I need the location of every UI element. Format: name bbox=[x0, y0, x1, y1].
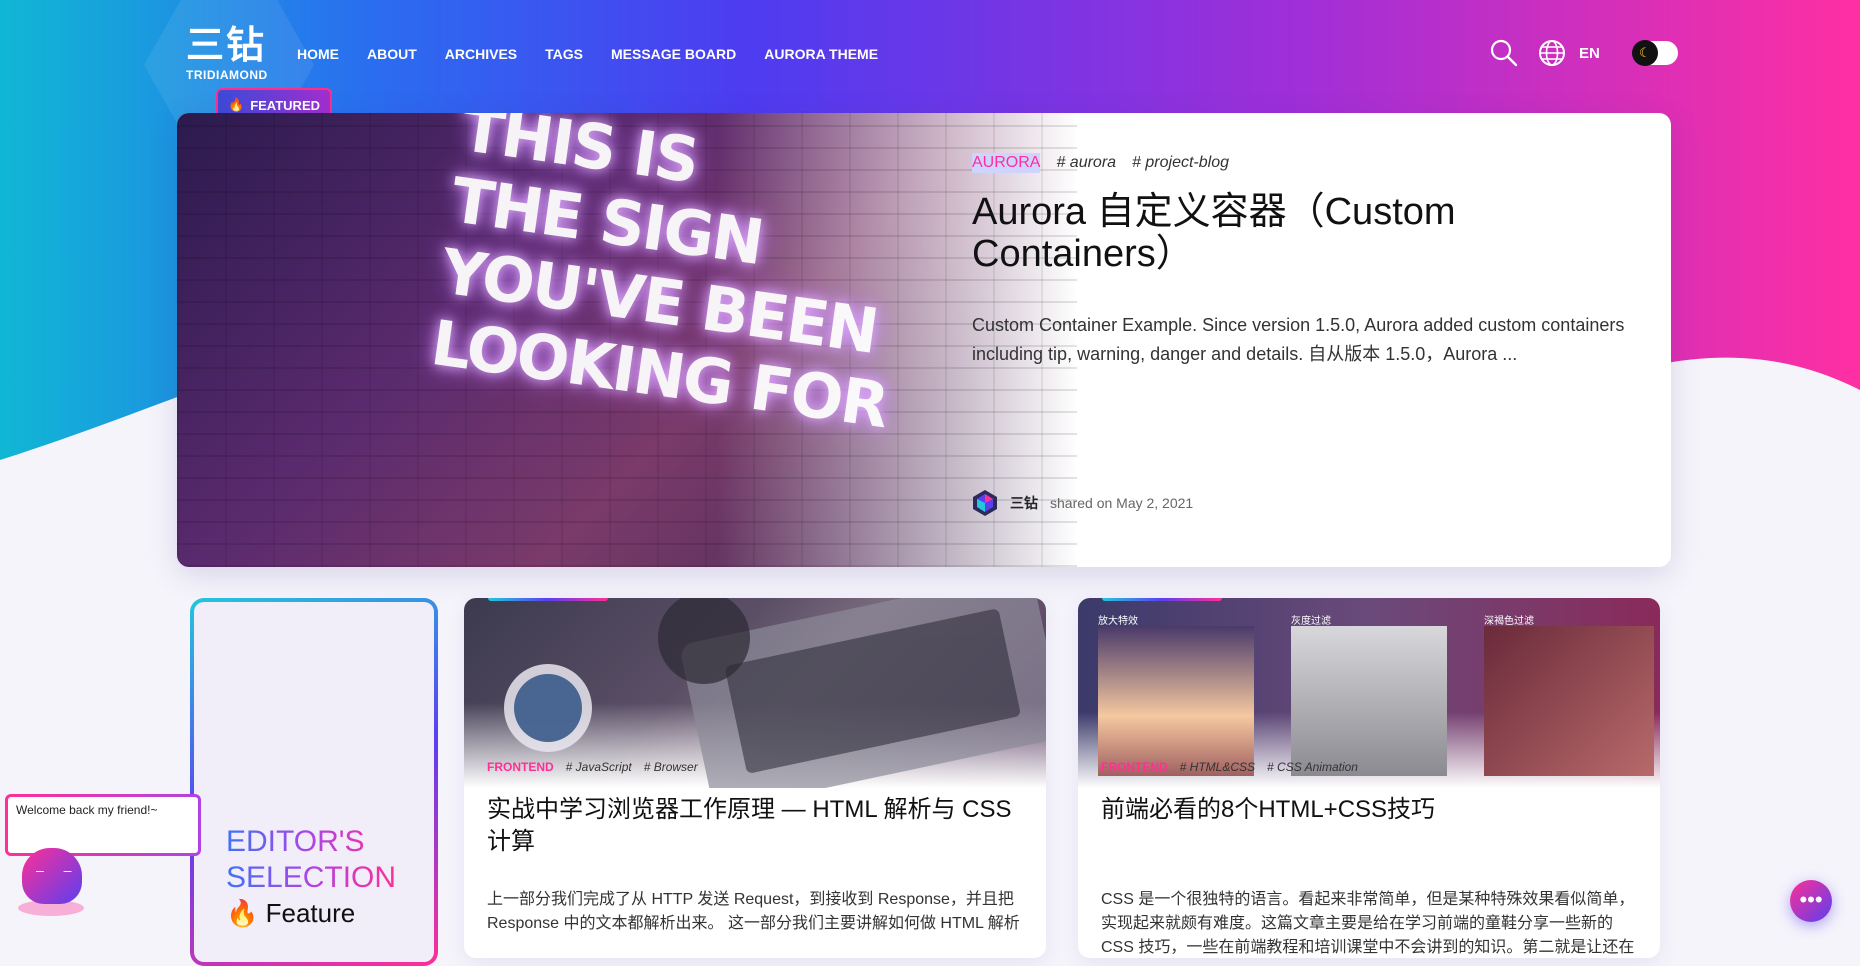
card-accent-bar bbox=[1102, 598, 1222, 601]
header-actions: EN ☾ bbox=[1487, 36, 1678, 70]
shared-date: shared on May 2, 2021 bbox=[1050, 495, 1194, 511]
featured-badge-label: FEATURED bbox=[250, 97, 320, 113]
post-category[interactable]: FRONTEND bbox=[1101, 760, 1168, 774]
post-tag[interactable]: # JavaScript bbox=[566, 760, 632, 774]
editor-feature-text: Feature bbox=[265, 898, 356, 928]
featured-title[interactable]: Aurora 自定义容器（Custom Containers） bbox=[972, 191, 1632, 275]
featured-post-card[interactable]: THIS IS THE SIGN YOU'VE BEEN LOOKING FOR… bbox=[177, 113, 1671, 567]
featured-tags: AURORA # aurora # project-blog bbox=[972, 153, 1632, 173]
post-title[interactable]: 实战中学习浏览器工作原理 — HTML 解析与 CSS 计算 bbox=[487, 794, 1017, 858]
post-excerpt: CSS 是一个很独特的语言。看起来非常简单，但是某种特殊效果看似简单，实现起来就… bbox=[1101, 891, 1635, 956]
thumb-label: 放大特效 bbox=[1098, 616, 1138, 627]
post-card[interactable]: 放大特效 灰度过滤 深褐色过滤 FRONTEND # HTML&CSS # CS… bbox=[1078, 598, 1660, 958]
nav-message-board[interactable]: MESSAGE BOARD bbox=[611, 46, 736, 62]
search-icon[interactable] bbox=[1487, 36, 1521, 70]
dark-mode-toggle[interactable]: ☾ bbox=[1631, 40, 1678, 66]
post-card[interactable]: FRONTEND # JavaScript # Browser 实战中学习浏览器… bbox=[464, 598, 1046, 958]
nav-archives[interactable]: ARCHIVES bbox=[445, 46, 517, 62]
ellipsis-icon: ••• bbox=[1799, 887, 1823, 912]
post-category[interactable]: FRONTEND bbox=[487, 760, 554, 774]
nav-about[interactable]: ABOUT bbox=[367, 46, 417, 62]
more-menu-button[interactable]: ••• bbox=[1790, 880, 1832, 922]
editor-selection-card: EDITOR'S SELECTION 🔥 Feature bbox=[190, 598, 438, 966]
featured-tag[interactable]: # aurora bbox=[1056, 154, 1116, 172]
author-avatar bbox=[973, 490, 997, 516]
main-nav: HOME ABOUT ARCHIVES TAGS MESSAGE BOARD A… bbox=[297, 46, 878, 62]
post-tag[interactable]: # CSS Animation bbox=[1267, 760, 1358, 774]
bot-eyes: – – bbox=[36, 862, 80, 878]
post-tag[interactable]: # Browser bbox=[644, 760, 698, 774]
author-name[interactable]: 三钻 bbox=[1010, 493, 1038, 513]
flame-icon: 🔥 bbox=[228, 97, 245, 112]
logo-english: TRIDIAMOND bbox=[186, 68, 268, 82]
featured-body: AURORA # aurora # project-blog Aurora 自定… bbox=[972, 153, 1632, 369]
featured-description: Custom Container Example. Since version … bbox=[972, 315, 1625, 364]
editor-selection-title: EDITOR'S SELECTION bbox=[226, 824, 396, 896]
post-tags: FRONTEND # HTML&CSS # CSS Animation bbox=[1101, 760, 1358, 774]
post-tag[interactable]: # HTML&CSS bbox=[1180, 760, 1255, 774]
thumb-label: 深褐色过滤 bbox=[1484, 616, 1534, 627]
globe-icon[interactable] bbox=[1535, 36, 1569, 70]
card-accent-bar bbox=[488, 598, 608, 601]
site-logo[interactable]: 三钻 TRIDIAMOND bbox=[186, 24, 268, 82]
post-title[interactable]: 前端必看的8个HTML+CSS技巧 bbox=[1101, 794, 1631, 826]
thumb-panel bbox=[1098, 626, 1254, 776]
language-label[interactable]: EN bbox=[1579, 45, 1600, 62]
thumb-panel bbox=[1484, 626, 1654, 776]
editor-title-line2: SELECTION bbox=[226, 861, 397, 894]
editor-title-line1: EDITOR'S bbox=[226, 825, 365, 858]
logo-chinese: 三钻 bbox=[186, 25, 267, 67]
thumb-panel bbox=[1291, 626, 1447, 776]
nav-home[interactable]: HOME bbox=[297, 46, 339, 62]
post-tags: FRONTEND # JavaScript # Browser bbox=[487, 760, 698, 774]
nav-aurora-theme[interactable]: AURORA THEME bbox=[764, 46, 878, 62]
featured-tag[interactable]: # project-blog bbox=[1132, 154, 1229, 172]
featured-image: THIS IS THE SIGN YOU'VE BEEN LOOKING FOR bbox=[177, 113, 1077, 567]
moon-icon: ☾ bbox=[1631, 40, 1658, 66]
welcome-bubble: Welcome back my friend!~ bbox=[5, 794, 201, 856]
flame-icon: 🔥 bbox=[226, 898, 259, 928]
thumb-label: 灰度过滤 bbox=[1291, 616, 1331, 627]
nav-tags[interactable]: TAGS bbox=[545, 46, 583, 62]
post-excerpt: 上一部分我们完成了从 HTTP 发送 Request，到接收到 Response… bbox=[487, 891, 1020, 932]
editor-feature-label: 🔥 Feature bbox=[226, 898, 355, 929]
featured-author: 三钻 shared on May 2, 2021 bbox=[972, 489, 1193, 517]
bot-mascot[interactable]: – – bbox=[22, 848, 82, 904]
featured-category[interactable]: AURORA bbox=[972, 153, 1041, 173]
